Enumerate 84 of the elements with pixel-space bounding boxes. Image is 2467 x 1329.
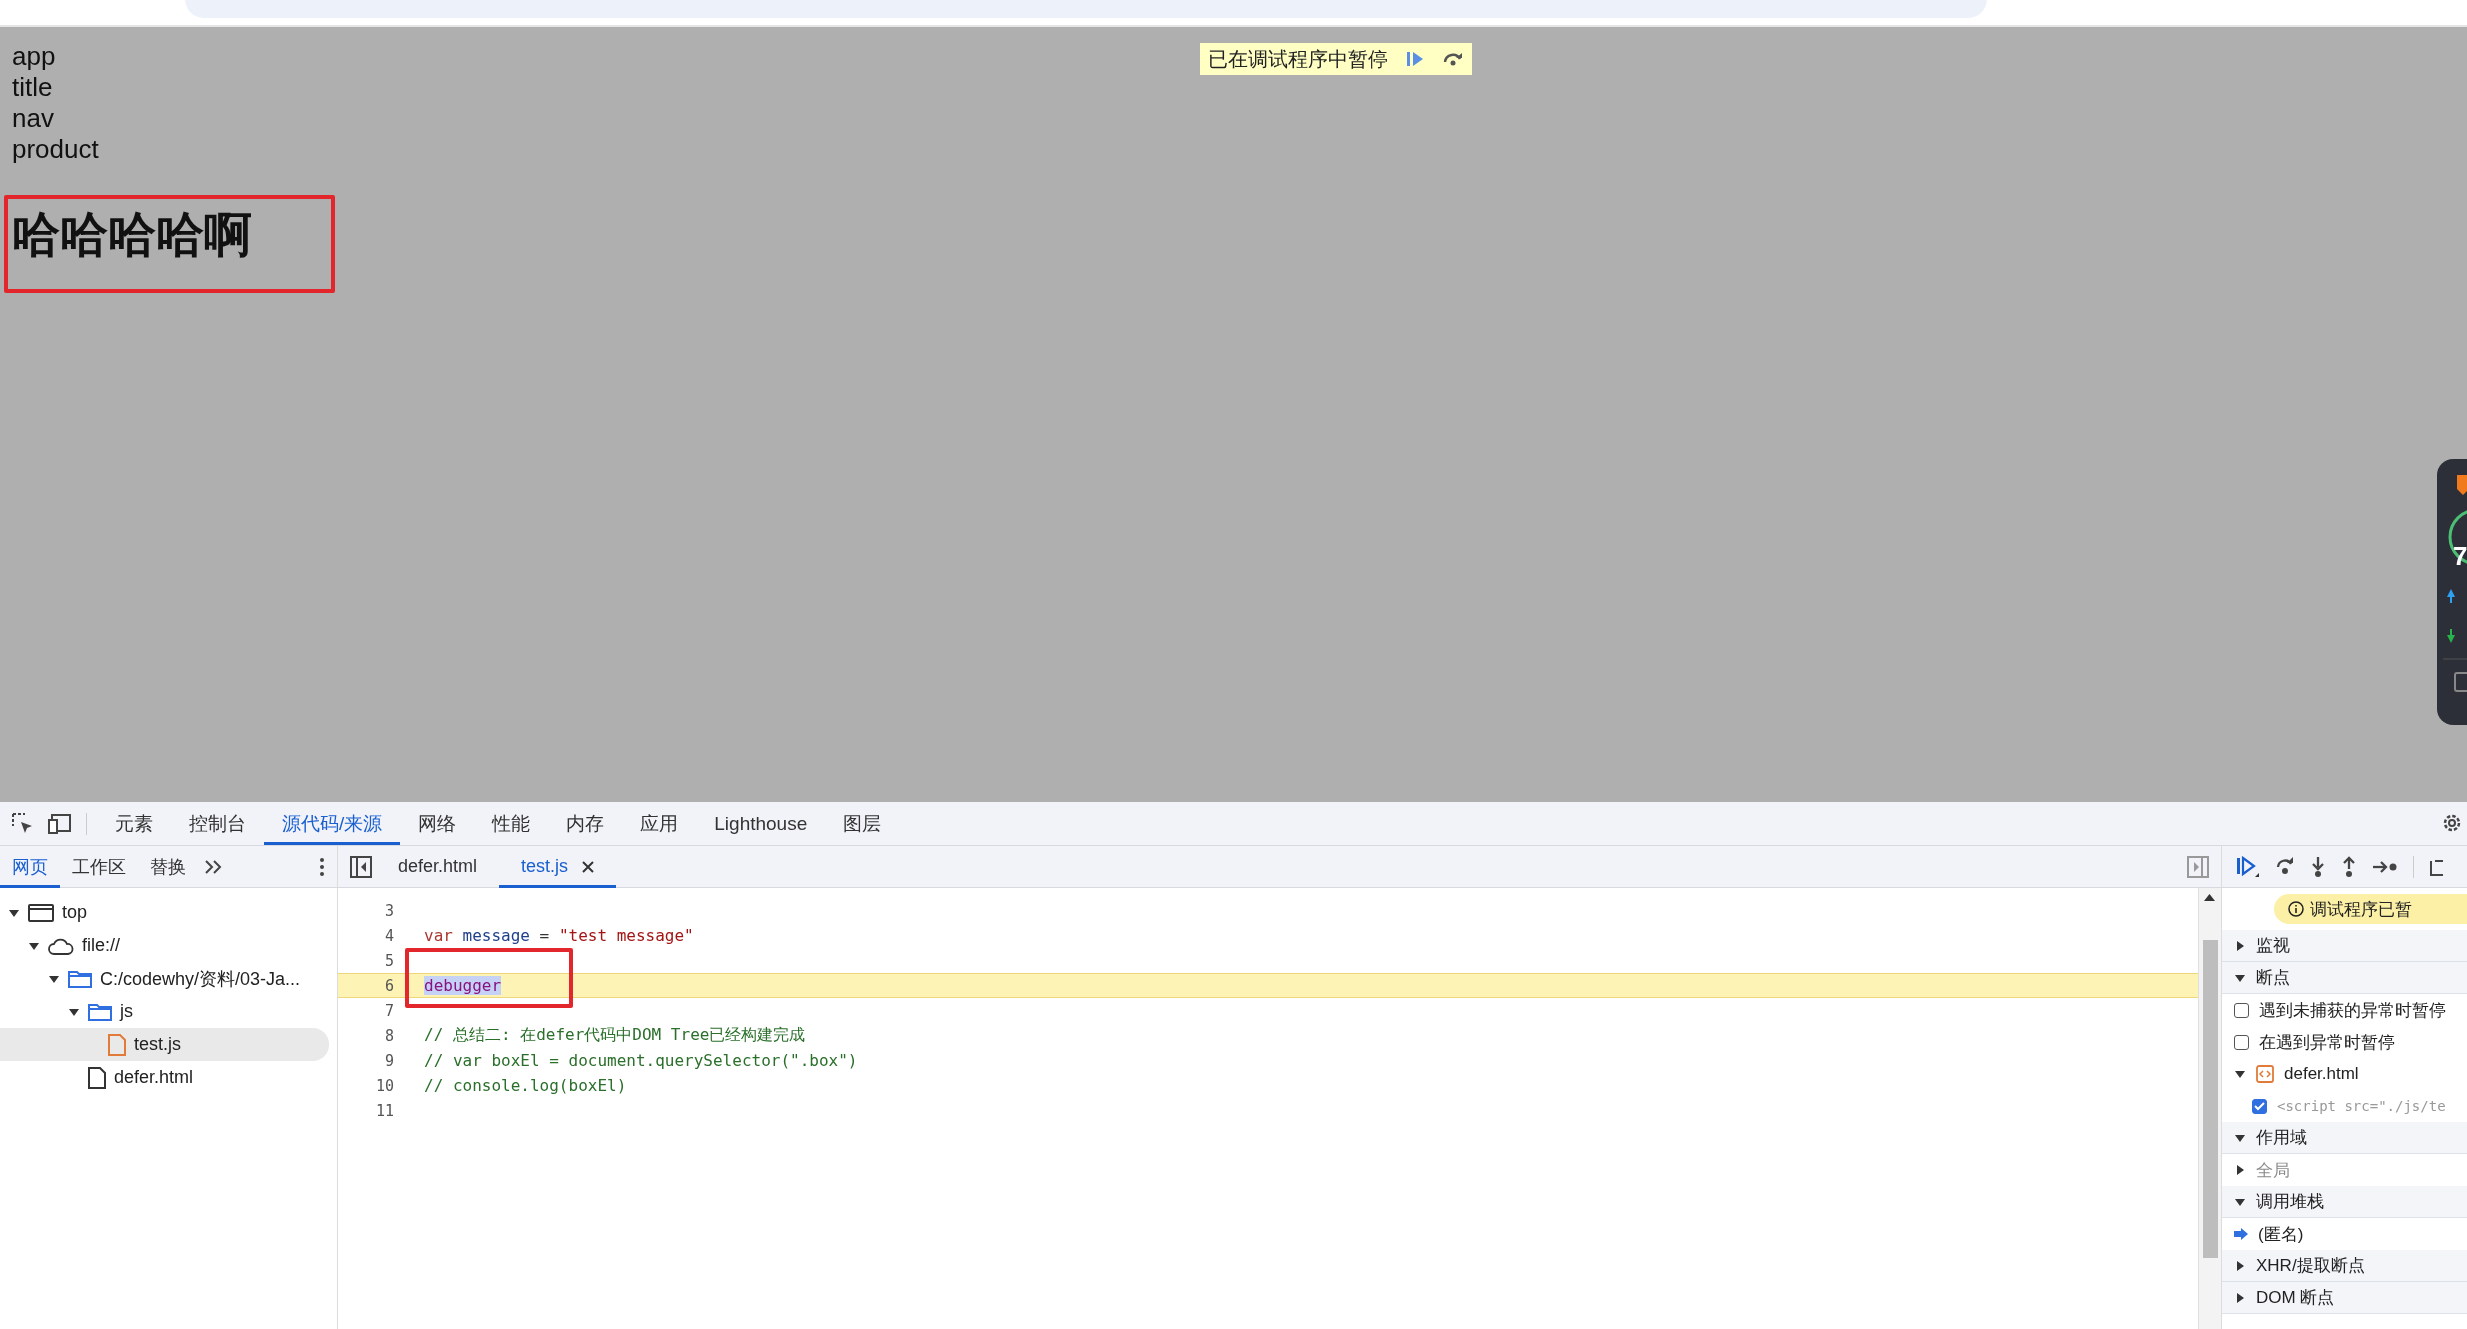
menu-icon[interactable]	[319, 856, 325, 877]
info-icon	[2288, 901, 2304, 917]
section-header[interactable]: 作用域	[2222, 1122, 2467, 1154]
step-button[interactable]	[2372, 859, 2398, 874]
collapsed-arrow-icon[interactable]	[2234, 1291, 2246, 1304]
page-heading: 哈哈哈哈啊	[12, 205, 252, 264]
line-number: 7	[383, 1001, 395, 1020]
line-number: 5	[383, 951, 395, 970]
devtools-tab[interactable]: 元素	[97, 802, 171, 845]
section-header[interactable]: 断点	[2222, 962, 2467, 994]
settings-icon[interactable]	[2441, 812, 2463, 834]
devtools-tab[interactable]: 网络	[400, 802, 475, 845]
banner-text: 调试程序已暂	[2310, 898, 2412, 921]
call-frame[interactable]: (匿名)	[2258, 1222, 2304, 1246]
tree-item[interactable]: defer.html	[0, 1061, 329, 1094]
devtools-tab[interactable]: 性能	[474, 802, 549, 845]
page-text: nav	[12, 103, 54, 134]
close-icon[interactable]	[582, 860, 595, 873]
checkbox[interactable]	[2234, 1034, 2249, 1050]
folder-icon	[68, 969, 92, 988]
step-over-icon	[1442, 52, 1464, 66]
collapsed-arrow-icon[interactable]	[2234, 1259, 2246, 1272]
cloud-icon	[48, 936, 74, 955]
line-number: 3	[383, 901, 395, 920]
page-text: app	[12, 41, 56, 72]
inspect-icon[interactable]	[12, 812, 34, 835]
navigator-tab[interactable]: 替换	[138, 845, 198, 888]
step-over-button[interactable]	[2275, 856, 2295, 877]
line-number: 4	[383, 926, 395, 945]
resume-button[interactable]	[2236, 855, 2260, 878]
checkbox-label: 在遇到异常时暂停	[2259, 1031, 2395, 1054]
devtools-tab[interactable]: Lighthouse	[696, 802, 826, 845]
scrollbar-thumb[interactable]	[2203, 940, 2218, 1258]
tree-item[interactable]: test.js	[0, 1028, 329, 1061]
page-text: product	[12, 134, 99, 165]
step-into-button[interactable]	[2310, 855, 2326, 878]
window-icon	[28, 903, 54, 922]
devtools-tab[interactable]: 控制台	[171, 802, 264, 845]
editor-tab[interactable]: test.js	[499, 845, 617, 888]
devtools-tab[interactable]: 图层	[825, 802, 900, 845]
tree-item[interactable]: js	[0, 995, 329, 1028]
more-tabs-icon[interactable]	[204, 858, 224, 875]
code-line: // console.log(boxEl)	[424, 1076, 627, 1095]
code-line: var message = "test message"	[424, 926, 694, 945]
page-text: title	[12, 72, 53, 103]
checkbox-label: 遇到未捕获的异常时暂停	[2259, 999, 2446, 1022]
paused-label: 已在调试程序中暂停	[1207, 46, 1389, 72]
collapsed-arrow-icon[interactable]	[2234, 939, 2246, 952]
html-file-icon	[2256, 1065, 2274, 1083]
device-icon[interactable]	[48, 812, 72, 835]
devtools-tab[interactable]: 应用	[622, 802, 697, 845]
tree-item[interactable]: top	[0, 896, 329, 929]
sidebar-toggle-icon[interactable]	[350, 855, 372, 878]
expanded-arrow-icon[interactable]	[2234, 1068, 2246, 1080]
breakpoint-file[interactable]: defer.html	[2222, 1058, 2467, 1090]
line-number: 8	[383, 1026, 395, 1045]
section-header[interactable]: 调用堆栈	[2222, 1186, 2467, 1218]
devtools-tab[interactable]: 内存	[548, 802, 623, 845]
checkbox[interactable]	[2234, 1002, 2249, 1018]
line-number: 9	[383, 1051, 395, 1070]
code-line: // var boxEl = document.querySelector(".box")	[424, 1051, 858, 1070]
scroll-up-icon[interactable]	[2204, 894, 2215, 901]
scope-item[interactable]: 全局	[2222, 1154, 2467, 1186]
tree-item[interactable]: file://	[0, 929, 329, 962]
navigator-tab[interactable]: 工作区	[60, 845, 138, 888]
code-line: // 总结二: 在defer代码中DOM Tree已经构建完成	[424, 1025, 806, 1046]
breakpoint-code: <script src="./js/te	[2277, 1098, 2446, 1114]
editor-tab[interactable]: defer.html	[376, 845, 500, 888]
folder-icon	[88, 1002, 112, 1021]
file-icon	[88, 1066, 106, 1089]
collapsed-arrow-icon[interactable]	[2234, 1164, 2246, 1176]
checkbox[interactable]	[2252, 1098, 2267, 1114]
resume-icon	[1406, 51, 1424, 67]
line-number: 6	[383, 976, 395, 995]
section-header[interactable]: XHR/提取断点	[2222, 1250, 2467, 1282]
line-number: 11	[374, 1101, 395, 1120]
navigator-tab[interactable]: 网页	[0, 845, 60, 888]
sidebar-toggle-icon[interactable]	[2187, 855, 2209, 878]
section-header[interactable]: 监视	[2222, 930, 2467, 962]
step-out-button[interactable]	[2341, 855, 2357, 878]
section-header[interactable]: DOM 断点	[2222, 1282, 2467, 1314]
file-icon	[108, 1033, 126, 1056]
tree-item[interactable]: C:/codewhy/资料/03-Ja...	[0, 962, 329, 995]
line-number: 10	[374, 1076, 395, 1095]
